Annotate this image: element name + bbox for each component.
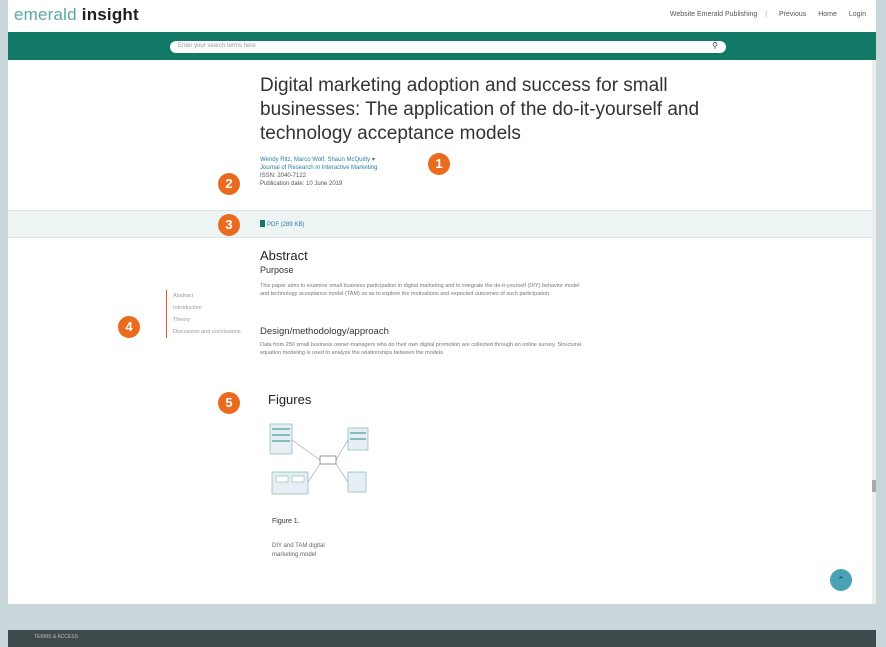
emerald-publishing-link[interactable]: Website Emerald Publishing <box>670 11 757 18</box>
top-links: Website Emerald Publishing | Previous Ho… <box>669 11 866 18</box>
figure-thumbnail[interactable] <box>266 420 378 506</box>
search-bar-band: Enter your search terms here ⚲ <box>8 32 876 60</box>
search-input[interactable]: Enter your search terms here ⚲ <box>170 41 726 53</box>
figure-description: DIY and TAM digital marketing model <box>272 543 325 558</box>
toc-item[interactable]: Theory <box>173 314 241 326</box>
pdf-download-link[interactable]: PDF (289 KB) <box>260 220 304 228</box>
step-badge-4: 4 <box>118 316 140 338</box>
pdf-icon <box>260 220 265 227</box>
scroll-to-top-button[interactable]: ⌃ <box>830 569 852 591</box>
toc-item[interactable]: Discussion and conclusions <box>173 326 241 338</box>
step-badge-3: 3 <box>218 214 240 236</box>
browser-page: emerald insight Website Emerald Publishi… <box>8 0 876 604</box>
figures-heading: Figures <box>268 392 312 407</box>
footer-label[interactable]: TERMS & ACCESS <box>34 634 78 640</box>
author-list[interactable]: Wendy Ritz, Marco Wolf, Shaun McQuitty <box>260 157 370 163</box>
chevron-down-icon[interactable]: ▾ <box>372 157 375 163</box>
home-link[interactable]: Home <box>818 11 837 18</box>
toc-item[interactable]: Abstract <box>173 290 241 302</box>
search-placeholder: Enter your search terms here <box>178 43 256 49</box>
previous-link[interactable]: Previous <box>779 11 806 18</box>
step-badge-5: 5 <box>218 392 240 414</box>
download-band: PDF (289 KB) <box>8 210 876 238</box>
step-badge-2: 2 <box>218 173 240 195</box>
journal-link[interactable]: Journal of Research in Interactive Marke… <box>260 164 377 172</box>
design-text: Data from 250 small business owner-manag… <box>260 342 581 356</box>
chevron-up-icon: ⌃ <box>837 575 845 585</box>
design-heading: Design/methodology/approach <box>260 326 389 337</box>
figure-caption: Figure 1. <box>272 518 300 525</box>
article-title: Digital marketing adoption and success f… <box>260 75 700 144</box>
site-logo[interactable]: emerald insight <box>14 5 139 25</box>
footer-bar: TERMS & ACCESS <box>8 630 876 647</box>
table-of-contents: Abstract Introduction Theory Discussion … <box>166 290 241 338</box>
step-badge-1: 1 <box>428 153 450 175</box>
publication-date: Publication date: 10 June 2019 <box>260 181 343 187</box>
top-bar: emerald insight Website Emerald Publishi… <box>8 0 876 32</box>
toc-item[interactable]: Introduction <box>173 302 241 314</box>
purpose-heading: Purpose <box>260 265 294 275</box>
login-link[interactable]: Login <box>849 11 866 18</box>
article-meta: Wendy Ritz, Marco Wolf, Shaun McQuitty ▾… <box>260 156 377 188</box>
scrollbar-thumb[interactable] <box>872 480 876 492</box>
search-icon[interactable]: ⚲ <box>712 41 718 50</box>
purpose-text: This paper aims to examine small busines… <box>260 283 580 297</box>
scrollbar[interactable] <box>872 60 876 604</box>
issn: ISSN: 2040-7122 <box>260 173 307 179</box>
abstract-heading: Abstract <box>260 248 308 263</box>
